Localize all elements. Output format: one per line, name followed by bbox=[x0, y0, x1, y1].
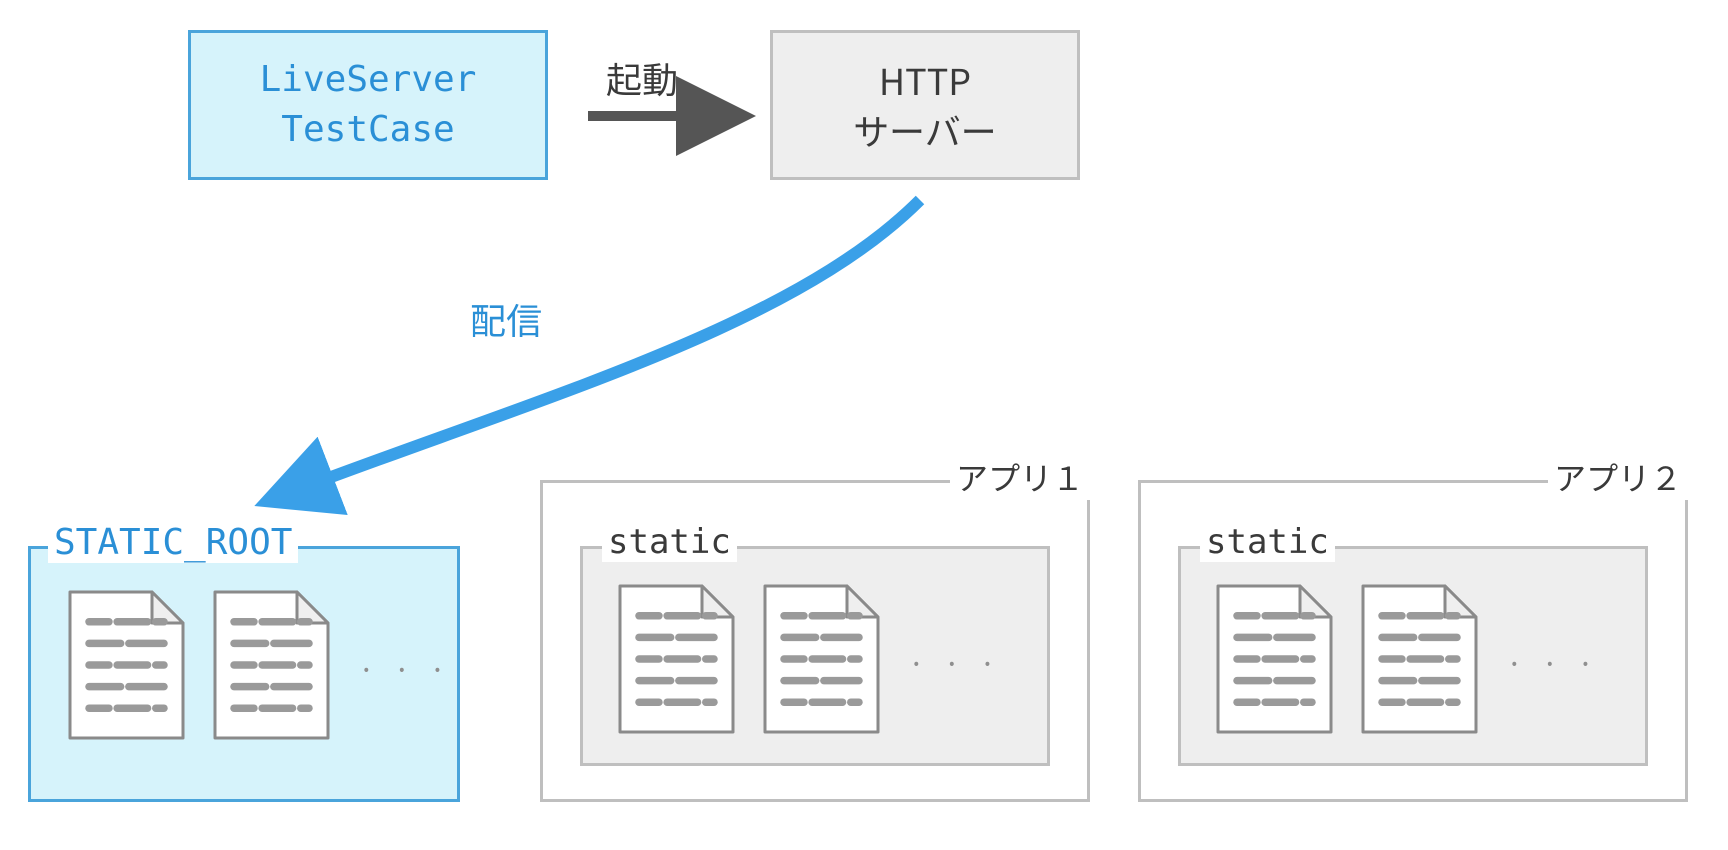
file-icon bbox=[1216, 584, 1333, 739]
app2-label: アプリ２ bbox=[1548, 454, 1688, 500]
deliver-arrow-icon bbox=[230, 190, 950, 520]
app2-static-label: static bbox=[1200, 522, 1335, 562]
ellipsis: · · · bbox=[908, 640, 1002, 684]
app2-files: · · · bbox=[1216, 584, 1600, 739]
static-root-label: STATIC_ROOT bbox=[48, 522, 298, 563]
http-server-node: HTTP サーバー bbox=[770, 30, 1080, 180]
ellipsis: · · · bbox=[1506, 640, 1600, 684]
app1-files: · · · bbox=[618, 584, 1002, 739]
static-root-files: · · · bbox=[68, 590, 452, 745]
app1-label: アプリ１ bbox=[950, 454, 1090, 500]
launch-arrow-icon bbox=[570, 90, 760, 150]
file-icon bbox=[213, 590, 330, 745]
file-icon bbox=[763, 584, 880, 739]
app1-static-label: static bbox=[602, 522, 737, 562]
http-line2: サーバー bbox=[853, 105, 997, 155]
ellipsis: · · · bbox=[358, 646, 452, 690]
testcase-line2: TestCase bbox=[260, 105, 477, 155]
live-server-testcase-node: LiveServer TestCase bbox=[188, 30, 548, 180]
testcase-line1: LiveServer bbox=[260, 55, 477, 105]
file-icon bbox=[68, 590, 185, 745]
file-icon bbox=[1361, 584, 1478, 739]
http-line1: HTTP bbox=[853, 55, 997, 105]
file-icon bbox=[618, 584, 735, 739]
